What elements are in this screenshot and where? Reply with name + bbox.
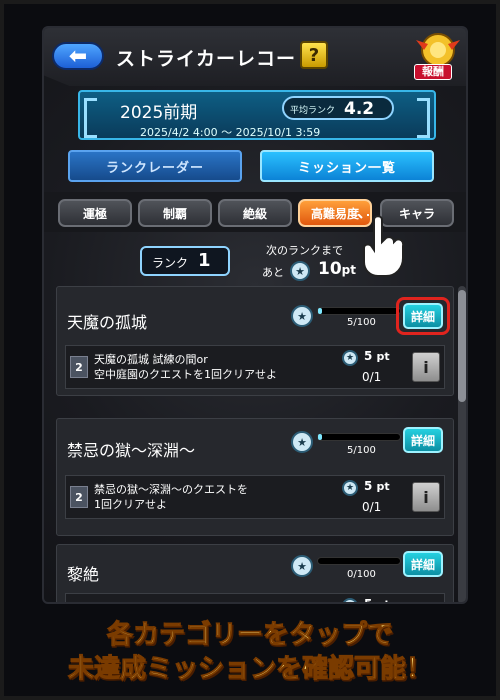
category-tab-seiha[interactable]: 制覇 [138, 199, 212, 227]
mission-row: 2 天魔の孤城 試練の間or 空中庭園のクエストを1回クリアせよ ★ 5 pt … [65, 345, 445, 389]
reward-label[interactable]: 報酬 [414, 64, 452, 80]
tab-mission-list[interactable]: ミッション一覧 [260, 150, 434, 182]
mission-rank-badge: 2 [70, 486, 88, 508]
page-title: ストライカーレコード [116, 48, 317, 70]
category-progress-text: 5/100 [347, 317, 376, 328]
detail-button[interactable]: 詳細 [403, 427, 443, 453]
category-title: 黎絶 [67, 565, 100, 584]
point-icon: ★ [342, 350, 358, 366]
detail-button[interactable]: 詳細 [403, 551, 443, 577]
info-button[interactable]: i [412, 482, 440, 512]
mission-description-line2: 1回クリアせよ [94, 498, 167, 511]
rank-label: ランク [152, 256, 189, 270]
category-tab-unkiwame[interactable]: 運極 [58, 199, 132, 227]
next-rank-points-unit: pt [341, 263, 356, 277]
mission-description-line1: 天魔の孤城 試練の間or [94, 353, 208, 366]
mission-progress-text: 0/1 [362, 370, 382, 384]
mission-description: 天魔の孤城 試練の間or 空中庭園のクエストを1回クリアせよ [94, 352, 344, 382]
period-panel: 2025前期 平均ランク 4.2 2025/4/2 4:00 〜 2025/10… [78, 90, 436, 140]
category-progress-fill [318, 308, 323, 314]
category-progress-text: 0/100 [347, 569, 376, 580]
point-icon: ★ [342, 598, 358, 602]
mission-progress-text: 0/1 [362, 500, 382, 514]
next-rank-label: 次のランクまで [266, 244, 343, 257]
mission-description: 禁忌の獄〜深淵〜のクエストを 1回クリアせよ [94, 482, 344, 512]
mission-rank-badge: 2 [70, 356, 88, 378]
category-progress-bar [317, 557, 401, 565]
info-button[interactable]: i [412, 352, 440, 382]
category-progress-fill [318, 434, 323, 440]
screenshot-frame: ⬅ ストライカーレコード ? 報酬 2025前期 平均ランク 4.2 2025/… [0, 0, 500, 700]
promo-caption: 各カテゴリーをタップで 未達成ミッションを確認可能！ [4, 618, 496, 686]
tap-hand-icon [356, 214, 405, 277]
category-panel-kinki: 禁忌の獄〜深淵〜 ★ 5/100 詳細 2 禁忌の獄〜深淵〜のクエストを 1回ク… [56, 418, 454, 536]
category-tab-zekkyu[interactable]: 絶級 [218, 199, 292, 227]
promo-caption-line2: 未達成ミッションを確認可能！ [67, 654, 432, 685]
next-rank-points-value: 10 [318, 259, 342, 279]
current-rank-box: ランク 1 [140, 246, 230, 276]
category-progress-bar [317, 433, 401, 441]
point-icon: ★ [291, 305, 313, 327]
next-rank-points: 10pt [318, 259, 356, 279]
scrollbar-thumb[interactable] [458, 290, 466, 402]
promo-caption-line1: 各カテゴリーをタップで [106, 620, 393, 651]
average-rank-label: 平均ランク [290, 106, 336, 116]
category-panel-tenma: 天魔の孤城 ★ 5/100 詳細 2 天魔の孤城 試練の間or 空中庭園のクエス… [56, 286, 454, 396]
point-icon: ★ [342, 480, 358, 496]
period-dates: 2025/4/2 4:00 〜 2025/10/1 3:59 [140, 126, 321, 139]
point-icon: ★ [291, 431, 313, 453]
period-name: 2025前期 [120, 103, 198, 123]
back-button[interactable]: ⬅ [52, 42, 104, 70]
mission-points-unit: pt [377, 598, 390, 602]
tab-rank-radar[interactable]: ランクレーダー [68, 150, 242, 182]
mission-row: ★ 5 pt [65, 593, 445, 604]
average-rank-badge: 平均ランク 4.2 [282, 96, 394, 120]
mission-points-value: 5 [364, 479, 373, 493]
next-rank-remain-label: あと [262, 266, 284, 279]
mission-points-value: 5 [364, 349, 373, 363]
mission-points: 5 pt [364, 479, 390, 493]
detail-button[interactable]: 詳細 [403, 303, 443, 329]
mission-points-unit: pt [376, 350, 390, 363]
category-title: 禁忌の獄〜深淵〜 [67, 441, 196, 460]
category-progress-bar [317, 307, 401, 315]
point-icon: ★ [290, 261, 310, 281]
category-progress-text: 5/100 [347, 445, 376, 456]
point-icon: ★ [291, 555, 313, 577]
mission-points: 5 pt [364, 597, 390, 604]
mission-points-unit: pt [376, 480, 390, 493]
mission-points-value: 5 [364, 597, 373, 604]
info-icon: i [423, 487, 429, 507]
rank-value: 1 [198, 250, 211, 271]
category-title: 天魔の孤城 [67, 313, 148, 332]
mission-description-line2: 空中庭園のクエストを1回クリアせよ [94, 368, 277, 381]
help-button[interactable]: ? [300, 41, 328, 69]
average-rank-value: 4.2 [344, 99, 375, 119]
back-arrow-icon: ⬅ [68, 43, 88, 69]
info-icon: i [423, 357, 429, 377]
mission-description-line1: 禁忌の獄〜深淵〜のクエストを [94, 483, 248, 496]
mission-points: 5 pt [364, 349, 390, 363]
game-screen: ⬅ ストライカーレコード ? 報酬 2025前期 平均ランク 4.2 2025/… [42, 26, 468, 604]
mission-row: 2 禁忌の獄〜深淵〜のクエストを 1回クリアせよ ★ 5 pt 0/1 i [65, 475, 445, 519]
category-panel-reizetsu: 黎絶 ★ 0/100 詳細 ★ 5 pt [56, 544, 454, 604]
